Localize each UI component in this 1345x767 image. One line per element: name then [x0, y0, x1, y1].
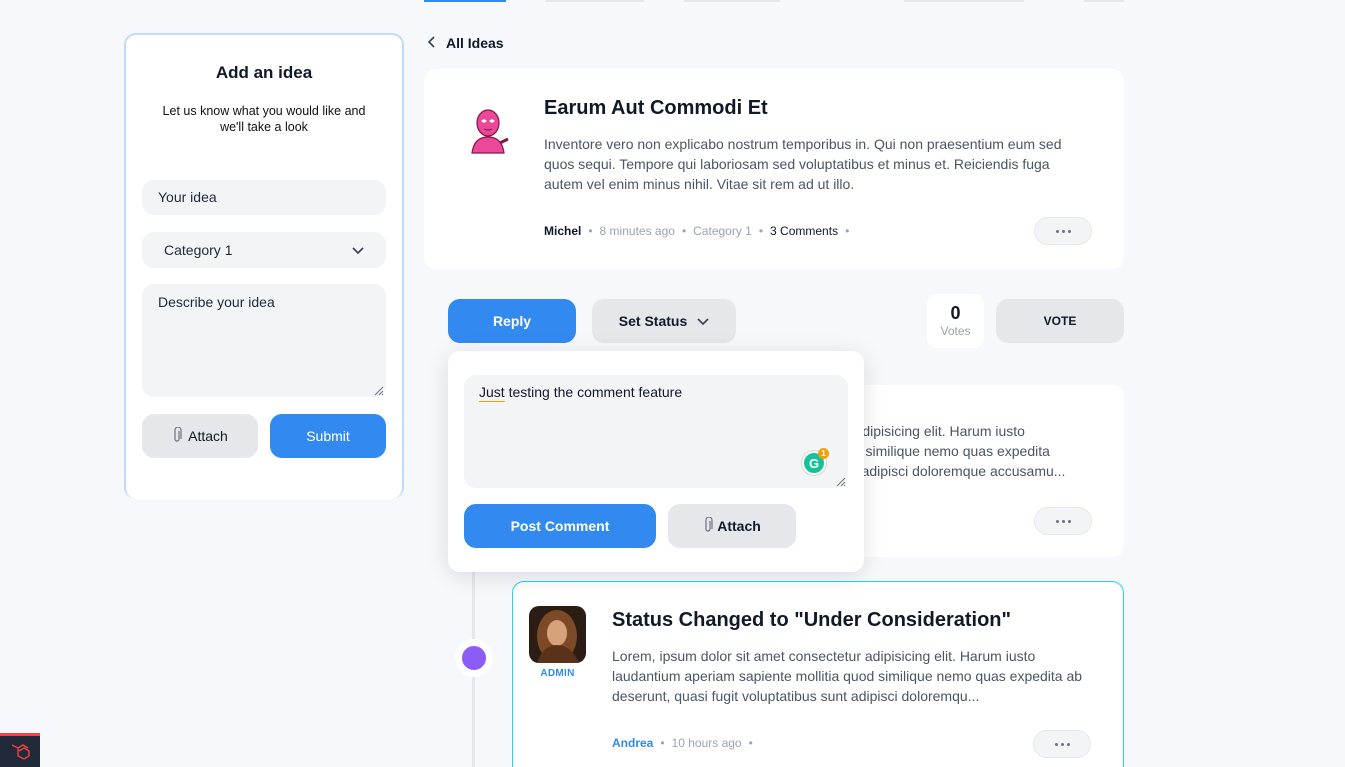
idea-meta: Michel • 8 minutes ago • Category 1 • 3 … — [544, 224, 849, 238]
all-ideas-back-link[interactable]: All Ideas — [427, 35, 504, 51]
comment-text-first-word: Just — [479, 384, 505, 400]
status-change-title: Status Changed to "Under Consideration" — [612, 609, 1011, 631]
idea-more-options-button[interactable] — [1034, 217, 1092, 245]
comment-text-line: nt adipisci doloremque accusamu... — [846, 463, 1066, 479]
status-change-comment-card: ADMIN Status Changed to "Under Considera… — [512, 581, 1124, 767]
separator-dot: • — [748, 736, 753, 750]
separator-dot: • — [660, 736, 665, 750]
set-status-button[interactable]: Set Status — [592, 299, 736, 343]
filter-tabs-strip — [424, 0, 1124, 2]
status-change-meta: Andrea • 10 hours ago • — [612, 736, 753, 750]
idea-description-placeholder: Describe your idea — [158, 294, 275, 310]
back-link-label: All Ideas — [446, 35, 504, 51]
admin-avatar — [529, 606, 586, 663]
idea-title: Earum Aut Commodi Et — [544, 97, 768, 119]
idea-description-textarea[interactable]: Describe your idea — [142, 284, 386, 397]
comment-attach-label: Attach — [717, 518, 761, 534]
separator-dot: • — [845, 224, 850, 238]
comment-text-rest: testing the comment feature — [504, 384, 683, 400]
add-idea-subtitle: Let us know what you would like and we'l… — [162, 104, 366, 134]
laravel-debugbar-icon[interactable] — [0, 733, 40, 767]
idea-card: Earum Aut Commodi Et Inventore vero non … — [424, 69, 1124, 269]
status-dot — [462, 646, 486, 670]
reply-popup: Just testing the comment feature G 1 Pos… — [448, 351, 864, 572]
reply-button[interactable]: Reply — [448, 299, 576, 343]
set-status-label: Set Status — [618, 313, 688, 329]
post-comment-button[interactable]: Post Comment — [464, 504, 656, 548]
ellipsis-icon — [1055, 229, 1059, 233]
filter-tab-active-indicator — [424, 0, 506, 2]
add-idea-card: Add an idea Let us know what you would l… — [124, 33, 404, 499]
comment-textarea[interactable]: Just testing the comment feature G 1 — [464, 375, 848, 488]
comment-attach-button[interactable]: Attach — [668, 504, 796, 548]
votes-count: 0 — [950, 303, 961, 323]
add-idea-title: Add an idea — [215, 63, 313, 82]
category-select-value: Category 1 — [164, 242, 233, 258]
status-change-author: Andrea — [612, 736, 654, 750]
ellipsis-icon — [1055, 519, 1059, 523]
attach-label: Attach — [188, 428, 228, 444]
paperclip-icon — [172, 425, 182, 446]
idea-timestamp: 8 minutes ago — [599, 224, 675, 238]
filter-tab-indicator — [904, 0, 1024, 2]
status-change-description: Lorem, ipsum dolor sit amet consectetur … — [612, 648, 1083, 704]
submit-button[interactable]: Submit — [270, 414, 386, 458]
admin-role-badge: ADMIN — [540, 668, 575, 679]
chevron-down-icon — [352, 242, 364, 258]
idea-description: Inventore vero non explicabo nostrum tem… — [544, 136, 1062, 192]
votes-label: Votes — [940, 324, 971, 338]
chevron-down-icon — [697, 313, 709, 329]
comment-text: r adipisicing elit. Harum iusto od simil… — [846, 421, 1096, 481]
paperclip-icon — [703, 515, 713, 536]
resize-grip-icon[interactable] — [372, 383, 384, 396]
vote-button[interactable]: VOTE — [996, 299, 1124, 343]
filter-tab-indicator — [546, 0, 644, 2]
attach-button[interactable]: Attach — [142, 414, 258, 458]
comment-more-options-button[interactable] — [1034, 507, 1092, 535]
idea-title-placeholder: Your idea — [158, 189, 217, 205]
filter-tab-indicator — [1084, 0, 1124, 2]
separator-dot: • — [758, 224, 764, 238]
status-change-timestamp: 10 hours ago — [671, 736, 742, 750]
category-select[interactable]: Category 1 — [142, 232, 386, 268]
comment-text-line: od similique nemo quas expedita — [846, 443, 1050, 459]
idea-comments-count[interactable]: 3 Comments — [770, 224, 838, 238]
status-more-options-button[interactable] — [1033, 730, 1091, 758]
ellipsis-icon — [1054, 742, 1058, 746]
filter-tab-indicator — [684, 0, 780, 2]
separator-dot: • — [681, 224, 687, 238]
grammarly-suggestions-count: 1 — [818, 448, 829, 459]
timeline-status-marker — [455, 639, 493, 677]
separator-dot: • — [588, 224, 593, 238]
comment-text-line: r adipisicing elit. Harum iusto — [846, 423, 1025, 439]
resize-grip-icon[interactable] — [834, 474, 846, 487]
user-avatar — [464, 107, 512, 155]
votes-counter: 0 Votes — [927, 294, 984, 348]
idea-category: Category 1 — [693, 224, 752, 238]
chevron-left-icon — [427, 35, 436, 51]
idea-author: Michel — [544, 224, 582, 238]
grammarly-icon[interactable]: G 1 — [802, 448, 829, 475]
idea-title-input[interactable]: Your idea — [142, 180, 386, 215]
